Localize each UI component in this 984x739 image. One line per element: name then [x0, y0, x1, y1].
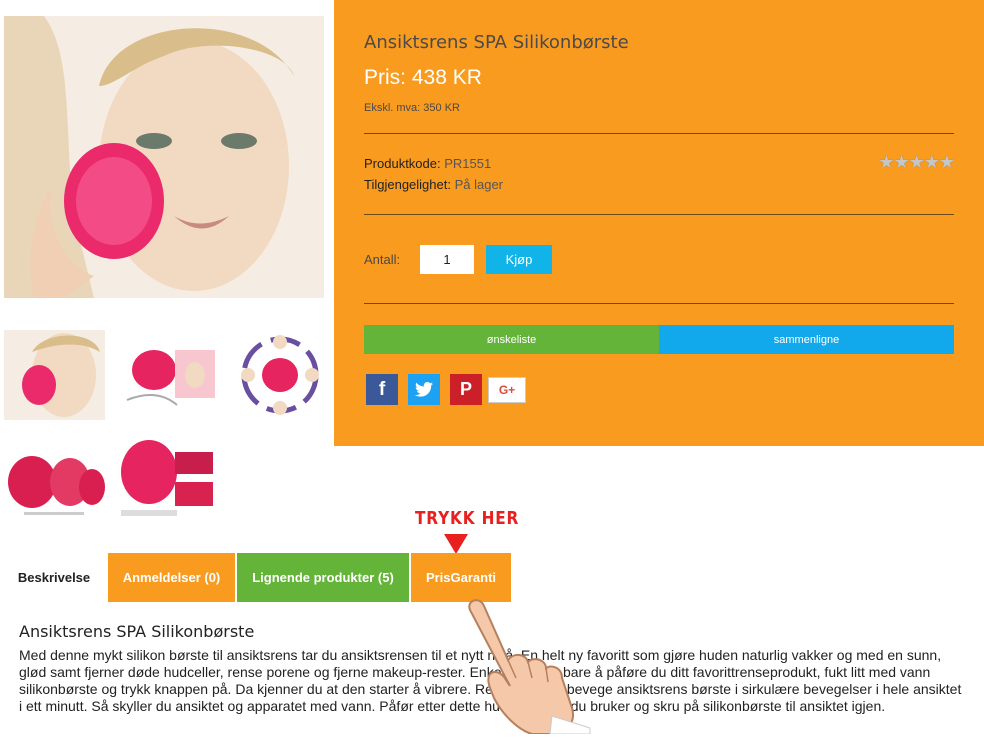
tab-related-products[interactable]: Lignende produkter (5): [237, 553, 409, 602]
facebook-icon[interactable]: f: [366, 374, 398, 405]
thumbnail-5[interactable]: [117, 432, 218, 522]
availability: Tilgjengelighet: På lager: [364, 177, 503, 192]
availability-label: Tilgjengelighet:: [364, 177, 451, 192]
product-info-panel: Ansiktsrens SPA Silikonbørste Pris: 438 …: [334, 0, 984, 446]
twitter-icon[interactable]: [408, 374, 440, 405]
divider: [364, 133, 954, 134]
thumbnail-1[interactable]: [4, 330, 105, 420]
pointing-hand-icon: [462, 598, 592, 739]
availability-value: På lager: [454, 177, 504, 192]
thumbnail-2[interactable]: [117, 330, 218, 420]
buy-button[interactable]: Kjøp: [486, 245, 552, 274]
product-price: Pris: 438 KR: [364, 66, 482, 90]
pinterest-icon[interactable]: P: [450, 374, 482, 405]
product-title: Ansiktsrens SPA Silikonbørste: [364, 32, 629, 53]
tab-price-guarantee[interactable]: PrisGaranti: [411, 553, 511, 602]
callout-text: TRYKK HER: [415, 508, 520, 529]
thumbnail-3[interactable]: [230, 330, 331, 420]
price-ex-vat: Ekskl. mva: 350 KR: [364, 102, 460, 114]
price-label: Pris:: [364, 66, 406, 89]
tab-description[interactable]: Beskrivelse: [4, 553, 104, 602]
thumbnail-4[interactable]: [4, 432, 105, 522]
tab-reviews[interactable]: Anmeldelser (0): [108, 553, 235, 602]
product-code-value: PR1551: [444, 156, 492, 171]
product-code-label: Produktkode:: [364, 156, 441, 171]
product-main-image[interactable]: [4, 16, 324, 298]
divider: [364, 303, 954, 304]
product-code: Produktkode: PR1551: [364, 156, 491, 171]
wishlist-button[interactable]: ønskeliste: [364, 325, 659, 354]
compare-button[interactable]: sammenligne: [659, 325, 954, 354]
quantity-input[interactable]: [420, 245, 474, 274]
divider: [364, 214, 954, 215]
callout-arrow-icon: [444, 534, 468, 554]
description-title: Ansiktsrens SPA Silikonbørste: [19, 622, 255, 641]
googleplus-icon[interactable]: G+: [488, 377, 526, 403]
price-value: 438 KR: [411, 66, 482, 89]
quantity-label: Antall:: [364, 252, 401, 267]
rating-stars: ★★★★★: [878, 152, 955, 172]
